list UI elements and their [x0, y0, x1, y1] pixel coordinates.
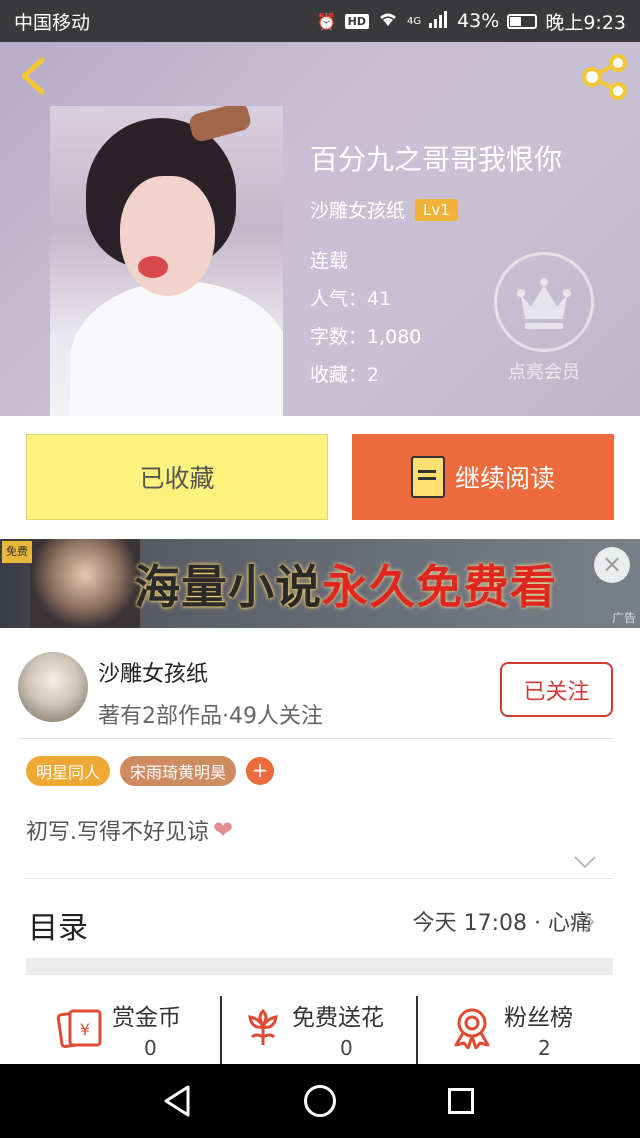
red-envelope-icon: ¥: [56, 1009, 102, 1049]
network-type-icon: 4G: [406, 15, 422, 27]
nav-back-icon[interactable]: [162, 1084, 192, 1118]
ad-free-tag: 免费: [2, 541, 32, 563]
favorite-count: 收藏：2: [310, 364, 380, 386]
status-bar: 中国移动 ⏰ HD 4G 43% 晚上9:23: [0, 0, 640, 42]
book-meta: 连载 人气：41 字数：1,080 收藏：2: [310, 242, 421, 394]
nav-recent-icon[interactable]: [448, 1088, 474, 1114]
book-title: 百分九之哥哥我恨你: [310, 143, 563, 176]
author-name[interactable]: 沙雕女孩纸: [310, 196, 405, 223]
medal-icon: [454, 1008, 490, 1049]
system-nav-bar: [0, 1064, 640, 1138]
status-icons: ⏰ HD 4G 43% 晚上9:23: [317, 8, 626, 35]
reward-coins-label: 赏金币: [112, 1005, 181, 1031]
svg-text:¥: ¥: [80, 1020, 90, 1039]
signal-icon: [429, 10, 449, 32]
follow-button[interactable]: 已关注: [500, 662, 613, 717]
clock: 晚上9:23: [545, 11, 626, 34]
tag-item[interactable]: 宋雨琦黄明昊: [120, 756, 237, 786]
popularity: 人气：41: [310, 288, 392, 310]
ad-image: [30, 539, 140, 628]
vip-button[interactable]: 点亮会员: [492, 252, 596, 384]
nav-home-icon[interactable]: [304, 1085, 336, 1117]
reward-coins-value: 0: [144, 1036, 157, 1060]
hd-icon: HD: [344, 13, 369, 29]
ad-banner[interactable]: 免费 海量小说永久免费看 × 广告: [0, 539, 640, 628]
section-separator: [26, 958, 613, 975]
fan-ranking-value: 2: [538, 1036, 551, 1060]
battery-icon: [507, 13, 538, 29]
ad-label: 广告: [611, 611, 636, 625]
book-icon: [410, 456, 445, 498]
divider: [26, 878, 613, 879]
send-flower-button[interactable]: 免费送花 0: [242, 990, 384, 1064]
stats-row: ¥ 赏金币 0 免费送花 0 粉丝榜 2: [0, 990, 640, 1064]
alarm-icon: ⏰: [316, 11, 337, 31]
author-row: 沙雕女孩纸 Lv1: [310, 196, 458, 223]
toc-title[interactable]: 目录: [28, 903, 88, 947]
divider: [18, 738, 613, 739]
vip-label: 点亮会员: [508, 362, 580, 383]
carrier-name: 中国移动: [14, 11, 91, 34]
continue-reading-label: 继续阅读: [454, 464, 555, 493]
author-avatar[interactable]: [18, 652, 88, 722]
toc-latest-chapter[interactable]: 今天 17:08 · 心痛: [413, 905, 592, 937]
word-count: 字数：1,080: [310, 326, 422, 348]
close-icon[interactable]: ×: [594, 547, 630, 583]
back-icon[interactable]: [14, 56, 54, 96]
book-intro: 初写.写得不好见谅 ❤: [26, 814, 233, 846]
wifi-icon: [377, 10, 399, 32]
collected-button[interactable]: 已收藏: [26, 434, 328, 520]
continue-reading-button[interactable]: 继续阅读: [352, 434, 614, 520]
send-flower-value: 0: [340, 1036, 353, 1060]
add-tag-button[interactable]: +: [246, 757, 275, 785]
book-cover[interactable]: [50, 106, 283, 416]
author-card-name[interactable]: 沙雕女孩纸: [98, 656, 208, 688]
reward-coins-button[interactable]: ¥ 赏金币 0: [56, 990, 181, 1064]
author-card-stats: 著有2部作品·49人关注: [98, 704, 323, 729]
level-badge: Lv1: [415, 198, 458, 221]
send-flower-label: 免费送花: [292, 1005, 384, 1031]
heart-icon: ❤: [213, 816, 234, 844]
serial-status: 连载: [310, 250, 349, 272]
intro-text: 初写.写得不好见谅: [26, 820, 209, 845]
fan-ranking-label: 粉丝榜: [504, 1005, 573, 1031]
flower-icon: [248, 1008, 278, 1045]
share-icon[interactable]: [580, 54, 630, 100]
fan-ranking-button[interactable]: 粉丝榜 2: [450, 990, 573, 1064]
tag-list: 明星同人 宋雨琦黄明昊 +: [26, 756, 275, 786]
ad-text: 海量小说永久免费看: [134, 560, 557, 614]
chevron-down-icon[interactable]: [572, 854, 598, 870]
crown-icon: [494, 252, 594, 352]
battery-percent: 43%: [457, 10, 500, 32]
chevron-right-icon[interactable]: [582, 910, 596, 934]
tag-item[interactable]: 明星同人: [26, 756, 111, 786]
book-header: 百分九之哥哥我恨你 沙雕女孩纸 Lv1 连载 人气：41 字数：1,080 收藏…: [0, 42, 640, 416]
